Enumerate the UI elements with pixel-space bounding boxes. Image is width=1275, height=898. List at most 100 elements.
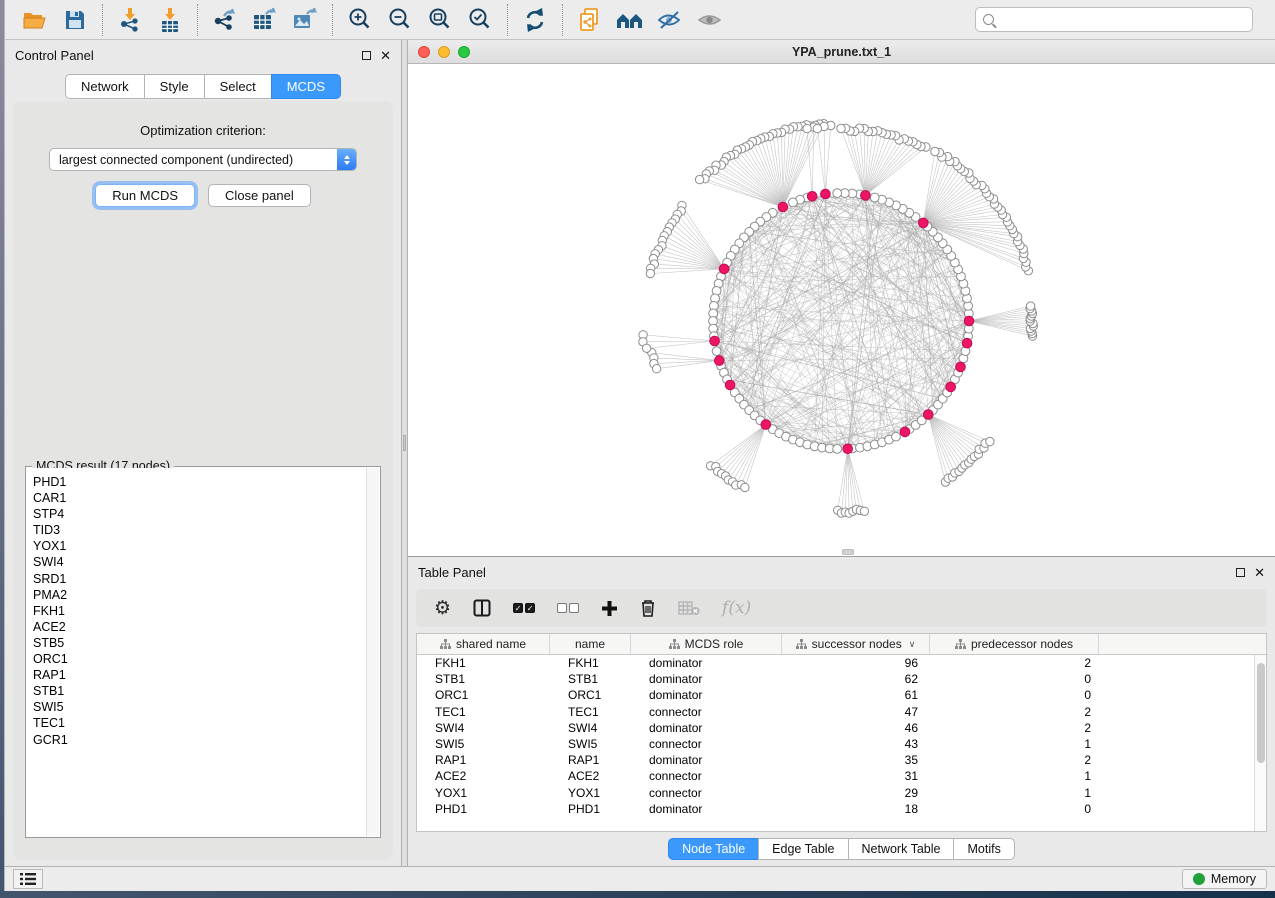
ring-node[interactable]: [833, 445, 842, 454]
import-table-icon[interactable]: [150, 4, 190, 36]
zoom-out-icon[interactable]: [380, 4, 420, 36]
cell-shared-name[interactable]: ORC1: [417, 688, 550, 702]
open-file-icon[interactable]: [15, 4, 55, 36]
mcds-result-item[interactable]: CAR1: [27, 490, 366, 506]
splitter-handle-icon[interactable]: [403, 435, 406, 451]
mcds-result-item[interactable]: ORC1: [27, 651, 366, 667]
canvas-hscroll-thumb[interactable]: [842, 549, 854, 555]
cell-MCDS-role[interactable]: connector: [631, 705, 782, 719]
mcds-result-item[interactable]: TEC1: [27, 715, 366, 731]
mcds-hub-node[interactable]: [821, 189, 831, 199]
column-header-shared-name[interactable]: shared name: [417, 634, 550, 654]
optimization-criterion-select[interactable]: largest connected component (undirected): [49, 148, 357, 171]
cell-predecessor-nodes[interactable]: 2: [930, 721, 1099, 735]
cell-MCDS-role[interactable]: connector: [631, 737, 782, 751]
columns-icon[interactable]: [473, 599, 491, 617]
table-row-PHD1[interactable]: PHD1PHD1dominator180: [417, 801, 1266, 817]
ring-node[interactable]: [892, 432, 901, 441]
tab-mcds[interactable]: MCDS: [271, 74, 341, 99]
tab-style[interactable]: Style: [144, 74, 205, 99]
cell-MCDS-role[interactable]: dominator: [631, 802, 782, 816]
zoom-selected-icon[interactable]: [460, 4, 500, 36]
tab-edge-table[interactable]: Edge Table: [758, 838, 848, 860]
satellite-node[interactable]: [695, 175, 703, 183]
mcds-result-item[interactable]: TID3: [27, 522, 366, 538]
column-header-successor-nodes[interactable]: successor nodes∨: [782, 634, 930, 654]
delete-row-icon[interactable]: [640, 599, 656, 617]
cell-shared-name[interactable]: SWI5: [417, 737, 550, 751]
import-network-icon[interactable]: [110, 4, 150, 36]
mcds-hub-node[interactable]: [962, 338, 972, 348]
gear-icon[interactable]: ⚙: [434, 597, 451, 620]
cell-MCDS-role[interactable]: connector: [631, 769, 782, 783]
mcds-list-scrollbar[interactable]: [366, 468, 379, 836]
mcds-hub-node[interactable]: [946, 382, 956, 392]
table-row-FKH1[interactable]: FKH1FKH1dominator962: [417, 655, 1266, 671]
mcds-hub-node[interactable]: [843, 444, 853, 454]
run-mcds-button[interactable]: Run MCDS: [95, 184, 195, 207]
close-window-icon[interactable]: [418, 46, 430, 58]
select-all-icon[interactable]: ✓✓: [513, 603, 535, 613]
table-row-TEC1[interactable]: TEC1TEC1connector472: [417, 704, 1266, 720]
cell-shared-name[interactable]: YOX1: [417, 786, 550, 800]
cell-name[interactable]: STB1: [550, 672, 631, 686]
tab-network-table[interactable]: Network Table: [848, 838, 955, 860]
mcds-result-item[interactable]: GCR1: [27, 732, 366, 748]
cell-name[interactable]: TEC1: [550, 705, 631, 719]
cell-shared-name[interactable]: ACE2: [417, 769, 550, 783]
cell-shared-name[interactable]: PHD1: [417, 802, 550, 816]
satellite-node[interactable]: [813, 124, 821, 132]
mcds-result-item[interactable]: ACE2: [27, 619, 366, 635]
tab-node-table[interactable]: Node Table: [668, 838, 759, 860]
float-table-panel-icon[interactable]: [1236, 568, 1245, 577]
mcds-result-item[interactable]: FKH1: [27, 603, 366, 619]
table-row-ORC1[interactable]: ORC1ORC1dominator610: [417, 687, 1266, 703]
ring-node[interactable]: [712, 347, 721, 356]
cell-predecessor-nodes[interactable]: 0: [930, 672, 1099, 686]
cell-MCDS-role[interactable]: connector: [631, 786, 782, 800]
table-row-YOX1[interactable]: YOX1YOX1connector291: [417, 785, 1266, 801]
mcds-result-item[interactable]: SRD1: [27, 571, 366, 587]
task-history-button[interactable]: [13, 869, 43, 889]
table-vscroll[interactable]: [1254, 655, 1266, 831]
table-row-RAP1[interactable]: RAP1RAP1dominator352: [417, 752, 1266, 768]
ring-node[interactable]: [789, 198, 798, 207]
cell-predecessor-nodes[interactable]: 2: [930, 753, 1099, 767]
zoom-in-icon[interactable]: [340, 4, 380, 36]
add-row-icon[interactable]: [601, 600, 618, 617]
mcds-hub-node[interactable]: [964, 316, 974, 326]
satellite-node[interactable]: [803, 124, 811, 132]
column-header-predecessor-nodes[interactable]: predecessor nodes: [930, 634, 1099, 654]
float-panel-icon[interactable]: [362, 51, 371, 60]
cell-name[interactable]: YOX1: [550, 786, 631, 800]
mcds-hub-node[interactable]: [919, 218, 929, 228]
cell-name[interactable]: RAP1: [550, 753, 631, 767]
mcds-result-list[interactable]: PHD1CAR1STP4TID3YOX1SWI4SRD1PMA2FKH1ACE2…: [27, 468, 366, 836]
cell-name[interactable]: SWI5: [550, 737, 631, 751]
mcds-hub-node[interactable]: [807, 192, 817, 202]
cell-predecessor-nodes[interactable]: 0: [930, 802, 1099, 816]
mcds-result-item[interactable]: PMA2: [27, 587, 366, 603]
satellite-node[interactable]: [646, 269, 654, 277]
deselect-all-icon[interactable]: [557, 603, 579, 613]
cell-successor-nodes[interactable]: 61: [782, 688, 930, 702]
ring-node[interactable]: [833, 189, 842, 198]
column-header-name[interactable]: name: [550, 634, 631, 654]
mcds-result-item[interactable]: SWI5: [27, 699, 366, 715]
mcds-hub-node[interactable]: [715, 356, 725, 366]
cell-name[interactable]: FKH1: [550, 656, 631, 670]
table-vscroll-thumb[interactable]: [1257, 663, 1265, 763]
mcds-hub-node[interactable]: [956, 362, 966, 372]
mcds-hub-node[interactable]: [761, 420, 771, 430]
table-row-ACE2[interactable]: ACE2ACE2connector311: [417, 768, 1266, 784]
cell-shared-name[interactable]: RAP1: [417, 753, 550, 767]
table-row-SWI4[interactable]: SWI4SWI4dominator462: [417, 720, 1266, 736]
table-row-STB1[interactable]: STB1STB1dominator620: [417, 671, 1266, 687]
mcds-hub-node[interactable]: [725, 380, 735, 390]
mcds-hub-node[interactable]: [778, 202, 788, 212]
cell-predecessor-nodes[interactable]: 1: [930, 737, 1099, 751]
cell-MCDS-role[interactable]: dominator: [631, 688, 782, 702]
satellite-node[interactable]: [837, 124, 845, 132]
save-session-icon[interactable]: [55, 4, 95, 36]
cell-successor-nodes[interactable]: 47: [782, 705, 930, 719]
